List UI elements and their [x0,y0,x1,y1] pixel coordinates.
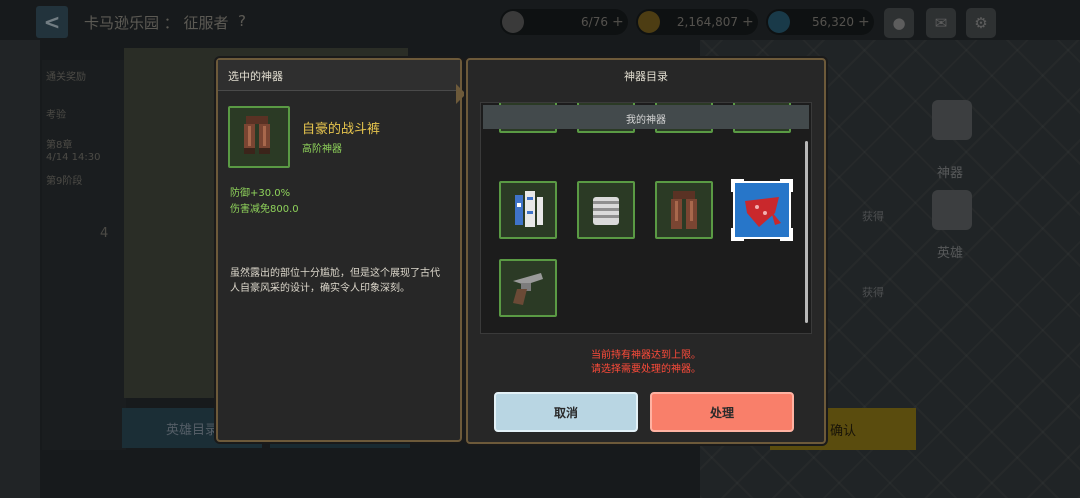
my-artifacts-tab: 我的神器 [483,105,809,129]
selection-corner [731,179,744,192]
artifact-slot-selected[interactable] [731,179,793,241]
scroll-bottles-icon [515,191,543,227]
pointer-arrow [456,84,466,104]
selected-artifact-header: 选中的神器 [218,60,460,91]
armor-icon [593,197,619,225]
warning-line-1: 当前持有神器达到上限。 [591,350,701,361]
artifact-slot[interactable] [499,259,557,317]
my-artifacts-label: 我的神器 [626,115,666,126]
artifact-grid-container[interactable]: 我的神器 [480,102,812,334]
revolver-icon [513,273,543,305]
damage-reduction-stat: 伤害减免800.0 [230,204,299,215]
artifact-slot[interactable] [499,181,557,239]
selected-artifact-header-text: 选中的神器 [228,70,283,83]
artifact-slot[interactable] [577,181,635,239]
artifact-catalog-title: 神器目录 [624,70,668,83]
selection-corner [780,179,793,192]
artifact-slot[interactable] [655,181,713,239]
artifact-description: 虽然露出的部位十分尴尬，但是这个展现了古代人自豪风采的设计，确实令人印象深刻。 [230,268,440,294]
defense-stat: 防御+30.0% [230,188,291,199]
artifact-catalog-header: 神器目录 [468,60,824,90]
cancel-button[interactable]: 取消 [494,392,638,432]
pants-icon [228,106,290,168]
selection-corner [780,228,793,241]
warning-line-2: 请选择需要处理的神器。 [591,364,701,375]
artifact-name: 自豪的战斗裤 [302,122,381,137]
grid-scrollbar[interactable] [805,141,808,323]
pants-icon [671,191,697,229]
selected-artifact-panel: 选中的神器 自豪的战斗裤 高阶神器 防御+30.0% 伤害减免800.0 虽然露… [216,58,462,442]
artifact-grade: 高阶神器 [302,144,342,155]
selection-corner [731,228,744,241]
artifact-catalog-panel: 神器目录 我的神器 当前持有神器达到上限。 请选择需要处理的神器。 取消 处理 [466,58,826,444]
process-button[interactable]: 处理 [650,392,794,432]
